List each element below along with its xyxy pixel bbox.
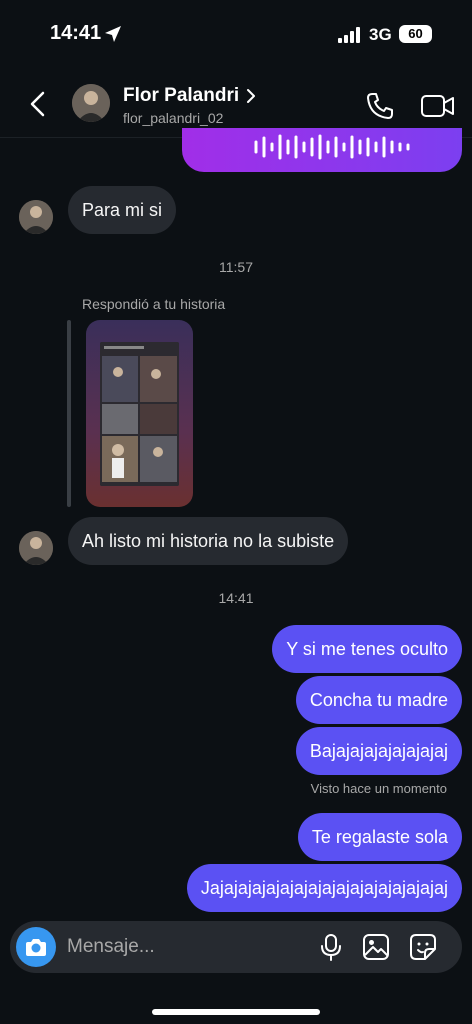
message-composer [10, 921, 462, 973]
story-collage [100, 342, 179, 486]
voice-message-bubble[interactable] [182, 128, 462, 172]
outgoing-message[interactable]: Te regalaste sola [297, 813, 462, 861]
chevron-right-icon[interactable] [244, 87, 258, 105]
sticker-icon[interactable] [409, 933, 437, 961]
reply-indicator-line [67, 320, 71, 507]
seen-status: Visto hace un momento [310, 781, 447, 796]
camera-button[interactable] [16, 927, 56, 967]
network-label: 3G [369, 25, 392, 44]
waveform-icon [254, 134, 410, 160]
battery-level: 60 [408, 26, 423, 41]
microphone-icon[interactable] [318, 933, 344, 961]
status-bar: 14:41 3G 60 [0, 0, 472, 70]
avatar-photo [19, 200, 53, 234]
outgoing-message[interactable]: Bajajajajajajajajaj [295, 727, 462, 775]
incoming-message[interactable]: Para mi si [68, 186, 177, 234]
back-icon[interactable] [24, 90, 52, 118]
status-time: 14:41 [50, 22, 102, 44]
contact-avatar[interactable] [72, 84, 110, 122]
timestamp: 11:57 [219, 259, 253, 275]
avatar-photo [19, 531, 53, 565]
phone-icon[interactable] [364, 90, 396, 122]
incoming-message[interactable]: Ah listo mi historia no la subiste [68, 517, 349, 565]
story-thumbnail [100, 342, 179, 486]
home-indicator[interactable] [152, 1009, 320, 1015]
sender-avatar[interactable] [19, 531, 53, 565]
reply-label: Respondió a tu historia [82, 296, 226, 312]
contact-username: flor_palandri_02 [123, 110, 224, 126]
outgoing-message[interactable]: Jajajajajajajajajajajajajajajajajaj [186, 864, 462, 912]
outgoing-message[interactable]: Concha tu madre [295, 676, 462, 724]
sender-avatar[interactable] [19, 200, 53, 234]
story-reply-card[interactable] [86, 320, 193, 507]
outgoing-message[interactable]: Y si me tenes oculto [272, 625, 462, 673]
location-arrow-icon [105, 26, 121, 42]
timestamp: 14:41 [218, 590, 254, 606]
camera-icon [26, 939, 46, 956]
battery-icon: 60 [399, 25, 432, 43]
contact-name[interactable]: Flor Palandri [123, 85, 239, 107]
message-input[interactable] [67, 936, 287, 958]
video-icon[interactable] [420, 92, 456, 120]
signal-icon [338, 27, 360, 43]
avatar-photo [72, 84, 110, 122]
gallery-icon[interactable] [362, 933, 390, 961]
